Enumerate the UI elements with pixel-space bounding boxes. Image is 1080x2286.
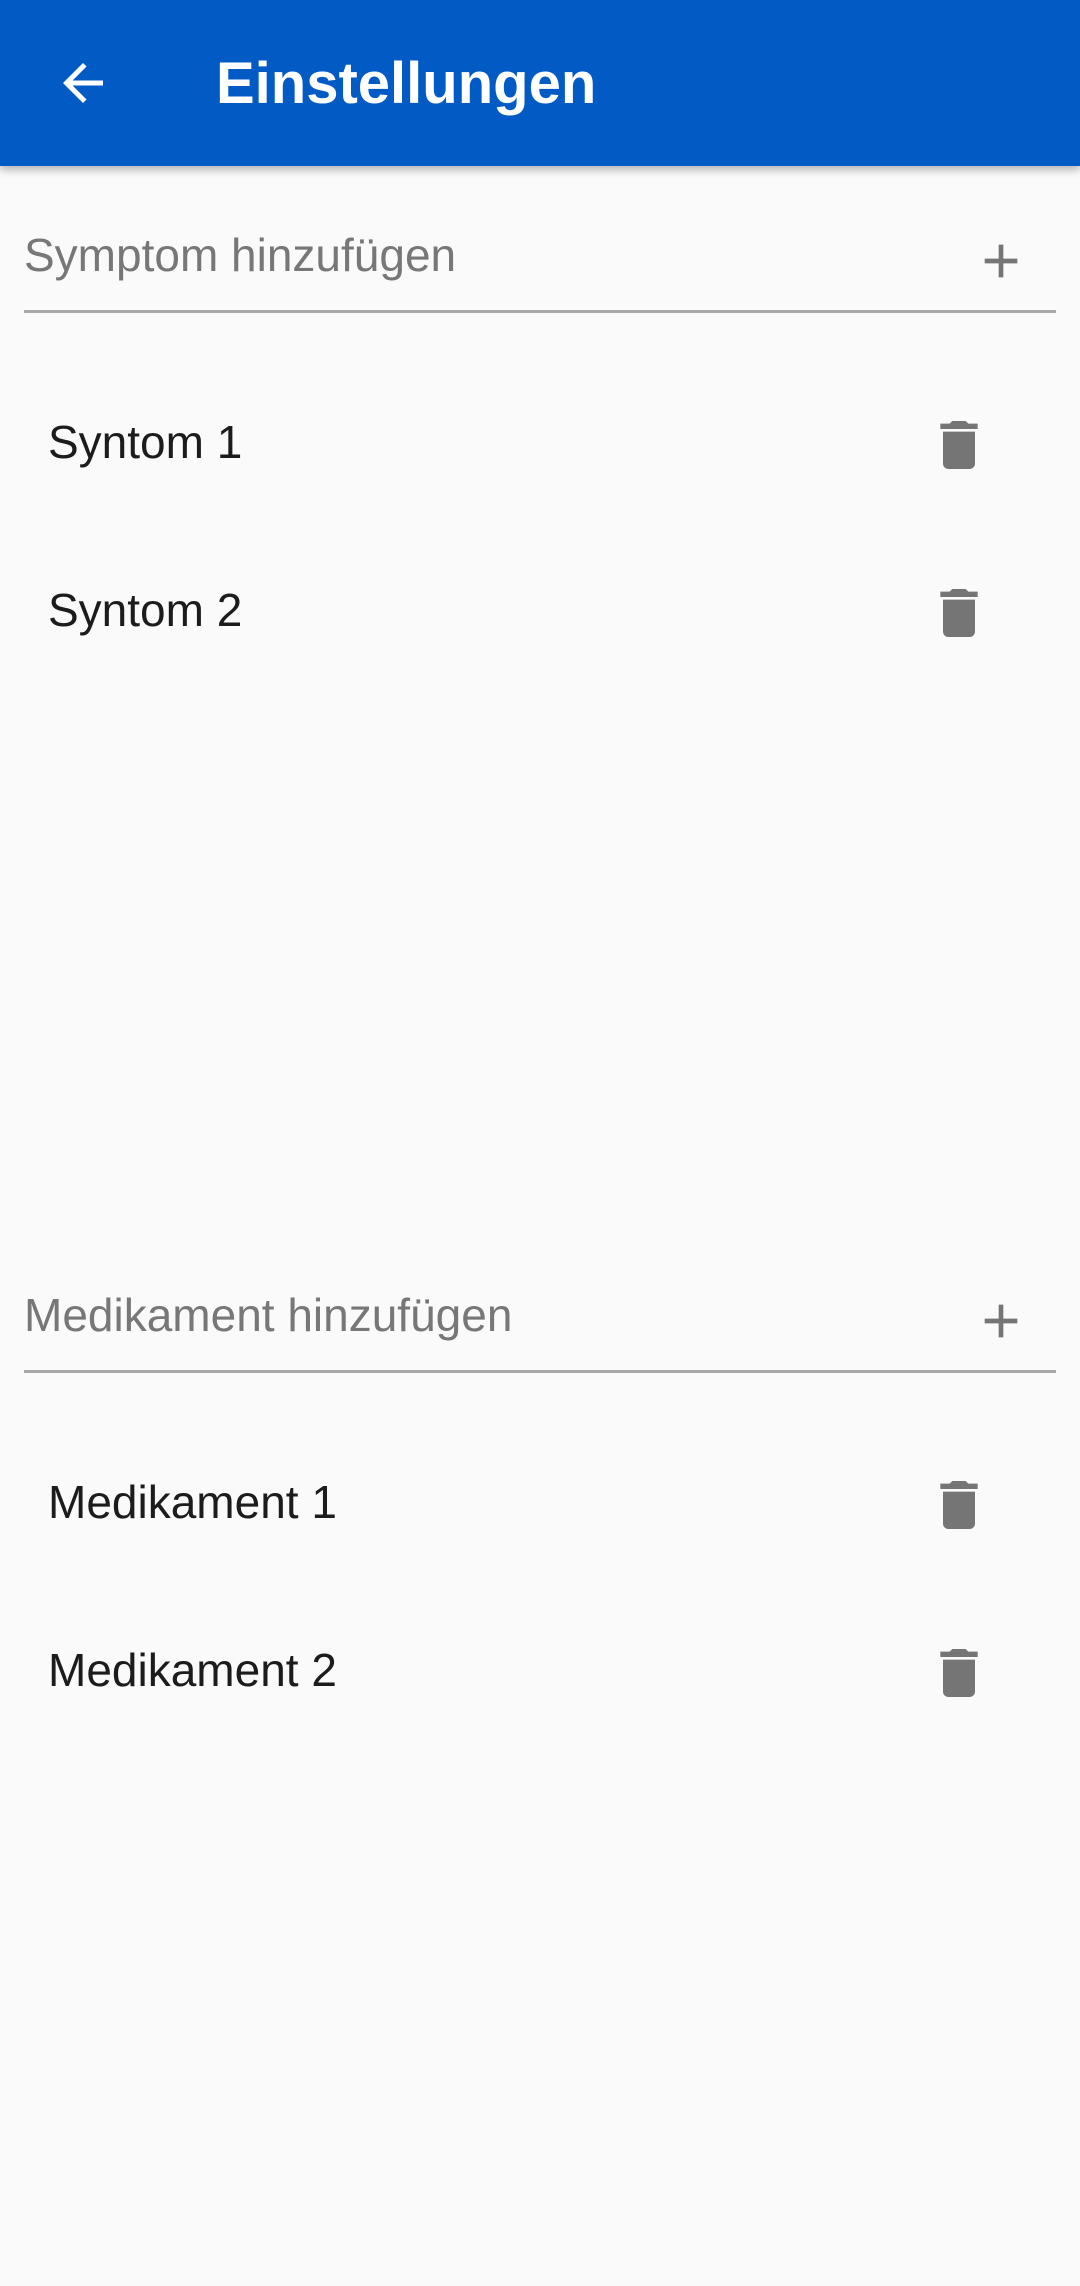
symptom-add-field: [24, 200, 1056, 313]
trash-icon: [940, 1649, 978, 1697]
plus-icon: [984, 244, 1018, 278]
settings-screen: Einstellungen Syntom 1 Syntom 2: [0, 0, 1080, 2286]
symptom-label: Syntom 1: [48, 416, 243, 468]
plus-icon: [984, 1304, 1018, 1338]
add-symptom-button[interactable]: [966, 226, 1036, 296]
arrow-back-icon: [63, 63, 103, 103]
trash-icon: [940, 421, 978, 469]
trash-icon: [940, 1481, 978, 1529]
symptom-list-item: Syntom 1: [0, 358, 1080, 526]
symptom-input[interactable]: [24, 200, 904, 310]
medication-input[interactable]: [24, 1260, 904, 1370]
trash-icon: [940, 589, 978, 637]
medication-label: Medikament 1: [48, 1476, 337, 1528]
app-bar: Einstellungen: [0, 0, 1080, 166]
back-button[interactable]: [34, 34, 132, 132]
delete-symptom-button[interactable]: [916, 570, 1002, 656]
medication-add-field: [24, 1260, 1056, 1373]
medication-list-item: Medikament 2: [0, 1586, 1080, 1754]
page-title: Einstellungen: [216, 51, 597, 116]
add-medication-button[interactable]: [966, 1286, 1036, 1356]
delete-medication-button[interactable]: [916, 1462, 1002, 1548]
medication-list-item: Medikament 1: [0, 1418, 1080, 1586]
delete-medication-button[interactable]: [916, 1630, 1002, 1716]
symptom-list-item: Syntom 2: [0, 526, 1080, 694]
delete-symptom-button[interactable]: [916, 402, 1002, 488]
medication-label: Medikament 2: [48, 1644, 337, 1696]
symptom-label: Syntom 2: [48, 584, 243, 636]
